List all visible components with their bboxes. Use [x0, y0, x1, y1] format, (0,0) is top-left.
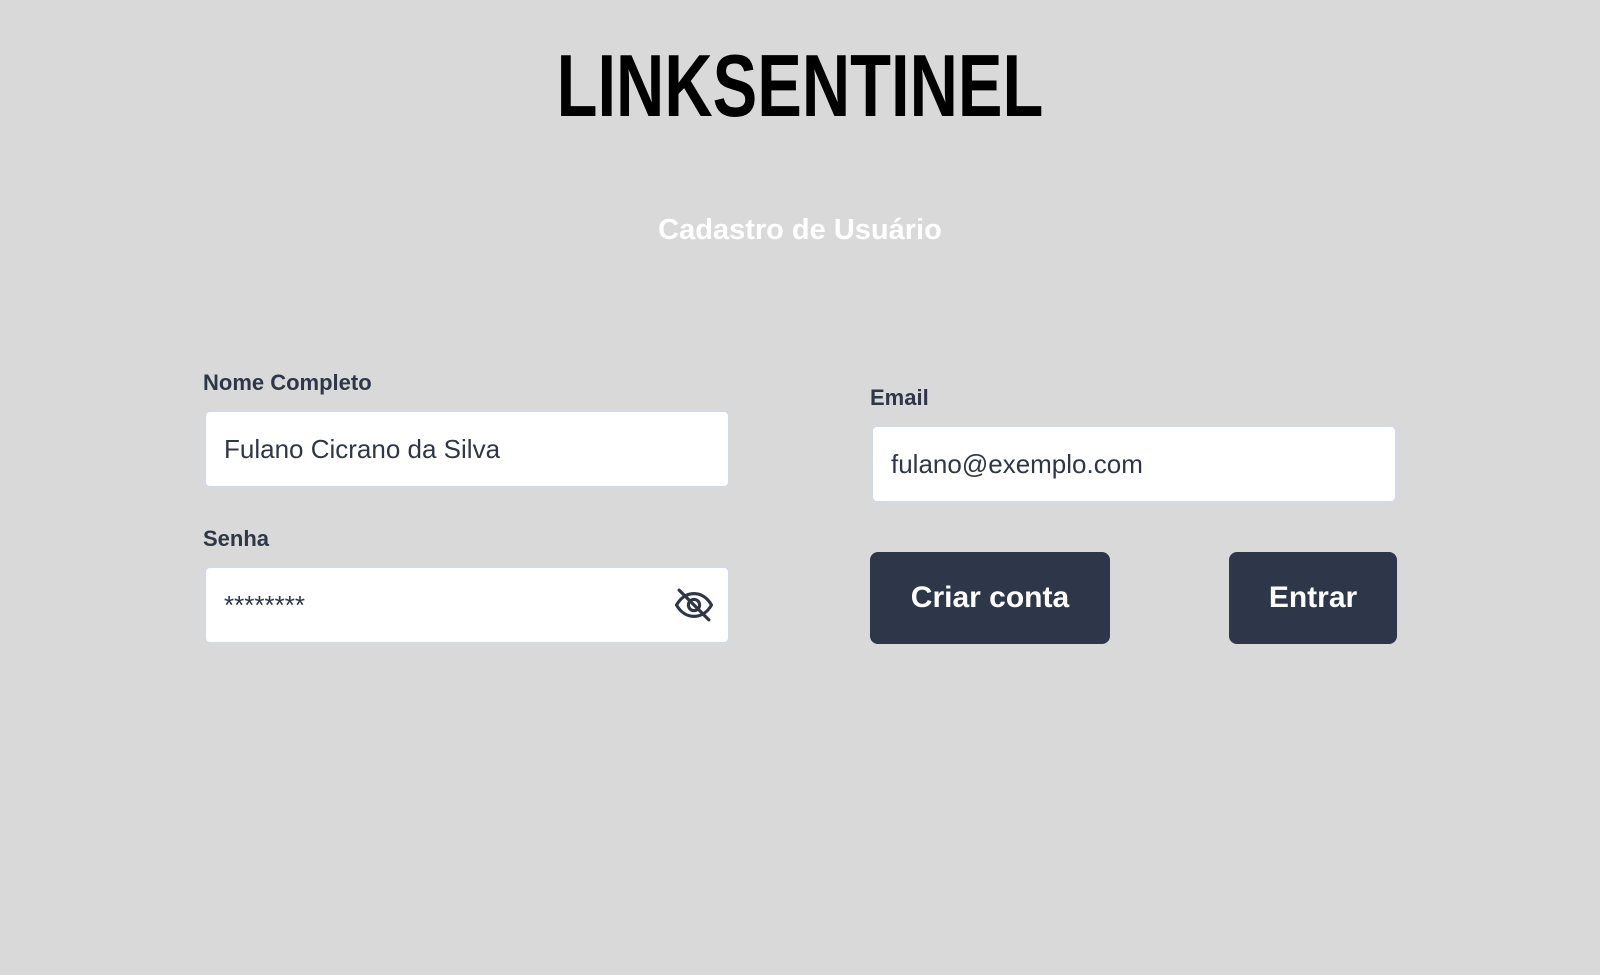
- email-label: Email: [870, 385, 929, 410]
- login-button[interactable]: Entrar: [1229, 552, 1397, 644]
- eye-off-icon[interactable]: [672, 583, 716, 627]
- create-account-button[interactable]: Criar conta: [870, 552, 1110, 644]
- password-input[interactable]: [204, 566, 730, 644]
- full-name-input[interactable]: [204, 410, 730, 488]
- password-field: [204, 566, 730, 644]
- email-input[interactable]: [871, 425, 1397, 503]
- full-name-label: Nome Completo: [203, 370, 372, 395]
- password-label: Senha: [203, 526, 270, 551]
- app-logo: LINKSENTINEL: [556, 36, 1044, 135]
- page-title: Cadastro de Usuário: [658, 214, 942, 246]
